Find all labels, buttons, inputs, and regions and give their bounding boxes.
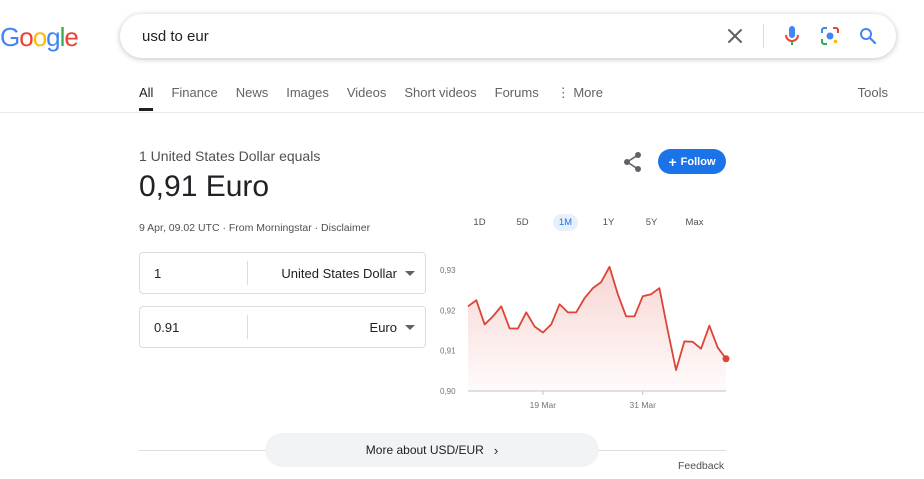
more-about-label: More about USD/EUR [365, 443, 484, 457]
range-1d[interactable]: 1D [458, 217, 501, 228]
logo-letter: G [0, 22, 20, 52]
more-about-button[interactable]: More about USD/EUR › [265, 433, 599, 467]
to-currency-label: Euro [369, 319, 397, 335]
y-tick-label: 0,91 [440, 347, 456, 356]
lens-icon[interactable] [820, 26, 840, 46]
x-tick-label: 31 Mar [630, 400, 657, 410]
logo-letter: g [46, 22, 61, 52]
search-icon[interactable] [858, 26, 878, 46]
tab-all[interactable]: All [139, 85, 154, 111]
y-tick-label: 0,92 [440, 306, 456, 315]
google-logo[interactable]: Google [0, 22, 79, 53]
to-amount-input[interactable] [152, 307, 246, 349]
chart-last-point [722, 355, 730, 363]
logo-letter: o [19, 22, 34, 52]
y-tick-label: 0,93 [440, 266, 456, 275]
converter-separator [247, 315, 248, 339]
exchange-rate-chart[interactable]: 0,93 0,92 0,91 0,90 19 Mar 31 Mar [432, 258, 732, 418]
range-selector: 1D 5D 1M 1Y 5Y Max [458, 214, 716, 231]
converter-separator [247, 261, 248, 285]
tab-forums[interactable]: Forums [495, 85, 539, 111]
to-converter: Euro [139, 306, 426, 349]
x-tick-label: 19 Mar [530, 400, 557, 410]
range-max[interactable]: Max [673, 217, 716, 228]
source-meta: 9 Apr, 09.02 UTC · From Morningstar · Di… [139, 222, 371, 234]
clear-icon[interactable] [725, 26, 745, 46]
search-input[interactable] [140, 14, 684, 60]
tools-button[interactable]: Tools [858, 85, 888, 100]
tab-images[interactable]: Images [286, 85, 329, 111]
from-currency-select[interactable]: United States Dollar [281, 253, 415, 293]
search-divider [763, 24, 764, 48]
follow-button[interactable]: + Follow [658, 149, 726, 174]
tab-short-videos[interactable]: Short videos [404, 85, 476, 111]
range-1m[interactable]: 1M [544, 214, 587, 231]
tab-more[interactable]: ⋮ More [557, 85, 603, 111]
follow-label: Follow [680, 155, 716, 168]
caret-down-icon [405, 270, 415, 276]
header-divider [0, 112, 924, 113]
range-5y[interactable]: 5Y [630, 217, 673, 228]
search-tabs: All Finance News Images Videos Short vid… [139, 85, 621, 111]
converted-value: 0,91 Euro [139, 170, 270, 203]
logo-letter: o [32, 22, 48, 52]
range-1y[interactable]: 1Y [587, 217, 630, 228]
from-currency-label: United States Dollar [281, 265, 397, 281]
search-box [120, 14, 896, 60]
equals-text: 1 United States Dollar equals [139, 148, 321, 164]
tab-videos[interactable]: Videos [347, 85, 387, 111]
chevron-right-icon: › [493, 442, 499, 458]
y-tick-label: 0,90 [440, 387, 456, 396]
feedback-link[interactable]: Feedback [678, 460, 724, 472]
caret-down-icon [405, 324, 415, 330]
microphone-icon[interactable] [782, 26, 802, 46]
logo-letter: e [64, 22, 79, 52]
plus-icon: + [668, 153, 677, 170]
tab-finance[interactable]: Finance [171, 85, 217, 111]
to-currency-select[interactable]: Euro [370, 307, 415, 347]
share-icon[interactable] [622, 151, 644, 173]
from-amount-input[interactable] [152, 253, 246, 295]
tab-news[interactable]: News [236, 85, 269, 111]
from-converter: United States Dollar [139, 252, 426, 295]
range-5d[interactable]: 5D [501, 217, 544, 228]
